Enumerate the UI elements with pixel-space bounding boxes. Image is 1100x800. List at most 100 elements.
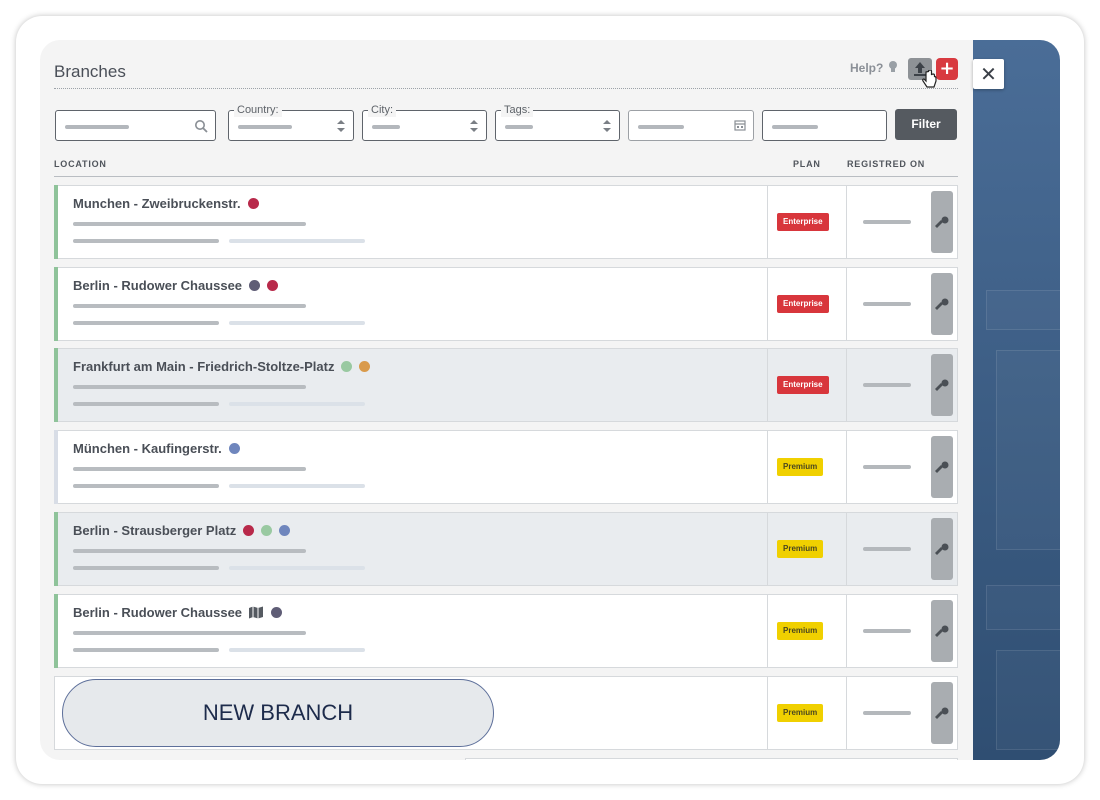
country-select[interactable]: Country: — [228, 103, 354, 141]
placeholder-line — [73, 467, 306, 471]
city-placeholder — [372, 125, 400, 129]
search-input[interactable] — [55, 110, 216, 141]
ghost-card — [996, 350, 1060, 550]
calendar-icon — [734, 120, 746, 131]
placeholder-line — [73, 648, 219, 652]
close-button[interactable]: ✕ — [973, 59, 1004, 89]
placeholder-line — [73, 222, 306, 226]
plan-badge: Premium — [777, 704, 824, 722]
placeholder-line — [73, 239, 219, 243]
key-button[interactable] — [931, 518, 953, 580]
sort-arrows-icon — [603, 120, 611, 132]
table-row[interactable]: Frankfurt am Main - Friedrich-Stoltze-Pl… — [54, 348, 958, 422]
tag-dot — [249, 280, 261, 291]
tag-dot — [341, 361, 353, 372]
tags-label: Tags: — [501, 103, 534, 117]
row-status-stripe — [54, 512, 58, 586]
branch-name: Berlin - Rudower Chaussee — [73, 605, 283, 620]
column-registered-on[interactable]: REGISTRED ON — [847, 159, 925, 169]
branch-name: München - Kaufingerstr. — [73, 441, 240, 456]
plan-cell: Enterprise — [767, 186, 846, 258]
table-row[interactable]: Munchen - Zweibruckenstr. Enterprise — [54, 185, 958, 259]
plan-badge: Enterprise — [777, 376, 829, 394]
branch-name-text: Munchen - Zweibruckenstr. — [73, 196, 241, 211]
country-label: Country: — [234, 103, 282, 117]
plan-cell: Premium — [767, 677, 846, 749]
key-button[interactable] — [931, 273, 953, 335]
table-row-partial — [465, 758, 958, 760]
tag-dot — [243, 525, 255, 536]
placeholder-line — [73, 402, 219, 406]
map-icon — [249, 606, 264, 619]
tags-placeholder — [505, 125, 533, 129]
branches-modal: Branches Help? + Country: City: Tags: Fi… — [40, 40, 973, 760]
sort-arrows-icon — [337, 120, 345, 132]
key-icon — [935, 298, 949, 310]
tag-dot — [228, 443, 240, 454]
key-button[interactable] — [931, 600, 953, 662]
key-button[interactable] — [931, 436, 953, 498]
city-select[interactable]: City: — [362, 103, 487, 141]
table-row[interactable]: München - Kaufingerstr. Premium — [54, 430, 958, 504]
add-branch-button[interactable]: + — [936, 58, 958, 80]
tags-select[interactable]: Tags: — [495, 103, 620, 141]
help-link[interactable]: Help? — [850, 61, 883, 75]
tag-dot — [247, 198, 259, 209]
date-placeholder — [863, 711, 911, 715]
date-placeholder — [863, 302, 911, 306]
date-cell — [846, 677, 926, 749]
date-placeholder — [863, 383, 911, 387]
plan-badge: Premium — [777, 458, 824, 476]
placeholder-line — [229, 402, 365, 406]
key-button[interactable] — [931, 191, 953, 253]
header-divider — [54, 88, 958, 89]
date-placeholder — [863, 465, 911, 469]
date-cell — [846, 186, 926, 258]
key-icon — [935, 216, 949, 228]
row-status-stripe — [54, 430, 58, 504]
row-status-stripe — [54, 594, 58, 668]
date-cell — [846, 268, 926, 340]
table-row[interactable]: Berlin - Strausberger Platz Premium — [54, 512, 958, 586]
row-status-stripe — [54, 185, 58, 259]
placeholder-line — [229, 648, 365, 652]
date-placeholder — [863, 547, 911, 551]
plan-cell: Premium — [767, 595, 846, 667]
table-row[interactable]: Berlin - Rudower Chaussee Premium — [54, 594, 958, 668]
table-row[interactable]: Berlin - Rudower Chaussee Enterprise — [54, 267, 958, 341]
key-icon — [935, 379, 949, 391]
date-cell — [846, 595, 926, 667]
branch-name: Munchen - Zweibruckenstr. — [73, 196, 259, 211]
branch-name-text: München - Kaufingerstr. — [73, 441, 222, 456]
key-button[interactable] — [931, 354, 953, 416]
new-branch-button[interactable]: NEW BRANCH — [62, 679, 494, 747]
key-icon — [935, 707, 949, 719]
placeholder-line — [73, 304, 306, 308]
text-filter-input[interactable] — [762, 110, 887, 141]
key-button[interactable] — [931, 682, 953, 744]
key-icon — [935, 543, 949, 555]
key-icon — [935, 461, 949, 473]
filter-button[interactable]: Filter — [895, 109, 957, 140]
tag-dot — [267, 280, 279, 291]
lightbulb-icon — [889, 61, 897, 72]
column-location[interactable]: LOCATION — [54, 159, 107, 169]
date-input[interactable] — [628, 110, 754, 141]
row-status-stripe — [54, 676, 58, 750]
placeholder-line — [229, 321, 365, 325]
placeholder-line — [73, 631, 306, 635]
tag-dot — [271, 607, 283, 618]
branch-name: Berlin - Strausberger Platz — [73, 523, 291, 538]
sort-arrows-icon — [470, 120, 478, 132]
branch-name-text: Berlin - Rudower Chaussee — [73, 605, 243, 620]
placeholder-line — [73, 484, 219, 488]
placeholder-line — [229, 484, 365, 488]
plan-badge: Enterprise — [777, 213, 829, 231]
search-icon — [195, 120, 208, 133]
branch-name-text: Berlin - Strausberger Platz — [73, 523, 237, 538]
column-plan[interactable]: PLAN — [793, 159, 821, 169]
row-status-stripe — [54, 267, 58, 341]
search-placeholder — [65, 125, 129, 129]
column-divider — [54, 176, 958, 177]
plan-badge: Enterprise — [777, 295, 829, 313]
